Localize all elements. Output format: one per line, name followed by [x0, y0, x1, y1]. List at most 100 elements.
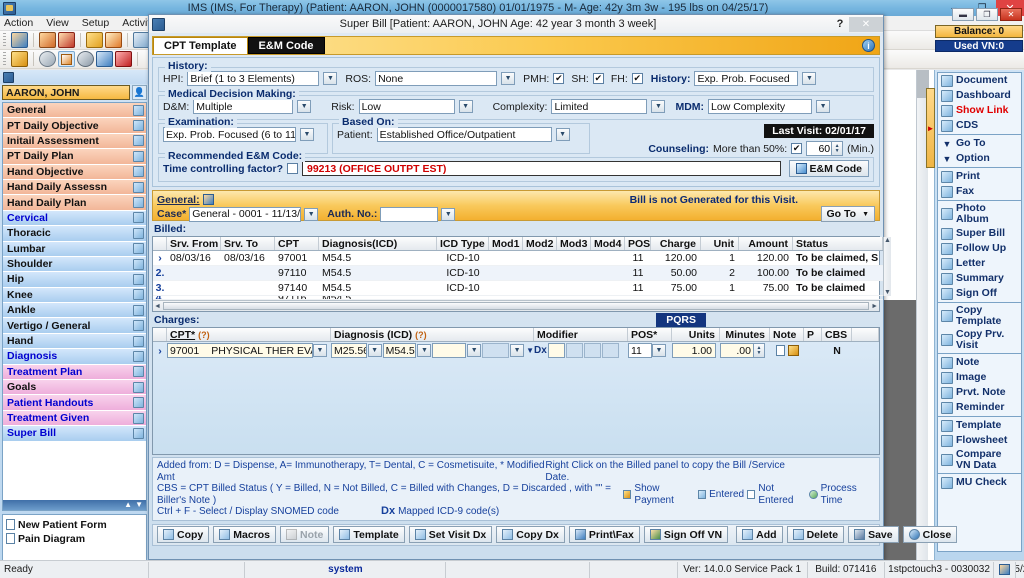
sidebar-item-template-icon[interactable] [133, 351, 144, 362]
print-fax-button[interactable]: Print\Fax [569, 526, 640, 543]
charges-mod4-input[interactable] [602, 343, 619, 358]
sidebar-item-cervical[interactable]: Cervical [3, 211, 146, 226]
history-select[interactable]: Exp. Prob. Focused [694, 71, 798, 86]
sidebar-item-patient-handouts[interactable]: Patient Handouts [3, 395, 146, 410]
menu-item-view[interactable]: View [46, 17, 69, 29]
charges-dx1-chevron-down-icon[interactable]: ▼ [368, 344, 382, 357]
form-item-new-patient-form[interactable]: New Patient Form [6, 518, 146, 532]
sidebar-item-super-bill[interactable]: Super Bill [3, 426, 146, 441]
complexity-chevron-down-icon[interactable]: ▼ [651, 100, 665, 113]
sidebar-item-hand-daily-assessn[interactable]: Hand Daily Assessn [3, 180, 146, 195]
sidebar-item-hand-objective[interactable]: Hand Objective [3, 165, 146, 180]
sidebar-item-template-icon[interactable] [133, 243, 144, 254]
patient-name-field[interactable]: AARON, JOHN [2, 85, 130, 100]
billed-row[interactable]: 3.97140M54.5ICD-101175.00175.00To be cla… [153, 281, 883, 296]
auth-chevron-down-icon[interactable]: ▼ [441, 208, 455, 221]
action-item-option[interactable]: ▼Option [938, 151, 1021, 166]
action-item-photo-album[interactable]: Photo Album [938, 202, 1021, 226]
dialog-help-button[interactable]: ? [831, 18, 849, 30]
sidebar-item-ankle[interactable]: Ankle [3, 303, 146, 318]
scroll-up-icon[interactable]: ▲ [124, 500, 132, 509]
risk-select[interactable]: Low [359, 99, 455, 114]
action-item-letter[interactable]: Letter [938, 256, 1021, 271]
action-item-image[interactable]: Image [938, 370, 1021, 385]
patient-edit-icon[interactable] [39, 32, 56, 48]
counseling-spinner-icon[interactable]: ▲▼ [832, 141, 843, 156]
action-item-document[interactable]: Document [938, 73, 1021, 88]
sidebar-item-template-icon[interactable] [133, 182, 144, 193]
sidebar-item-goals[interactable]: Goals [3, 380, 146, 395]
complexity-select[interactable]: Limited [551, 99, 647, 114]
patient-check-icon[interactable] [58, 32, 75, 48]
right-panel-collapse-handle[interactable]: ► [926, 88, 935, 168]
tab-cpt-template[interactable]: CPT Template [153, 37, 248, 54]
sidebar-item-template-icon[interactable] [133, 120, 144, 131]
sidebar-item-initail-assessment[interactable]: Initail Assessment [3, 134, 146, 149]
sidebar-item-template-icon[interactable] [133, 336, 144, 347]
template-button[interactable]: Template [333, 526, 404, 543]
sidebar-item-template-icon[interactable] [133, 212, 144, 223]
open-folder-icon[interactable] [11, 51, 28, 67]
action-item-super-bill[interactable]: Super Bill [938, 226, 1021, 241]
close-button[interactable]: Close [903, 526, 958, 543]
sidebar-item-template-icon[interactable] [133, 259, 144, 270]
sidebar-item-template-icon[interactable] [133, 197, 144, 208]
sidebar-item-vertigo-general[interactable]: Vertigo / General [3, 318, 146, 333]
charges-units-input[interactable]: 1.00 [672, 343, 716, 358]
scroll-down-icon[interactable]: ▼ [135, 500, 143, 509]
inner-minimize-button[interactable]: ▬ [952, 8, 974, 21]
action-item-prvt-note[interactable]: Prvt. Note [938, 385, 1021, 400]
action-item-reminder[interactable]: Reminder [938, 400, 1021, 415]
pmh-checkbox[interactable]: ✔ [553, 73, 564, 84]
charges-cpt-input[interactable]: 97001 PHYSICAL THER EVAL [167, 343, 313, 358]
billed-row[interactable]: ›08/03/1608/03/1697001M54.5ICD-1011120.0… [153, 251, 883, 266]
charges-dx3-chevron-down-icon[interactable]: ▼ [467, 344, 481, 357]
charges-minutes-spinner-icon[interactable]: ▲▼ [754, 343, 765, 358]
patient-chevron-down-icon[interactable]: ▼ [556, 128, 570, 141]
action-item-template[interactable]: Template [938, 418, 1021, 433]
sidebar-item-template-icon[interactable] [133, 320, 144, 331]
action-item-note[interactable]: Note [938, 355, 1021, 370]
action-item-print[interactable]: Print [938, 169, 1021, 184]
save-button[interactable]: Save [848, 526, 899, 543]
fh-checkbox[interactable]: ✔ [632, 73, 643, 84]
examination-chevron-down-icon[interactable]: ▼ [300, 128, 314, 141]
charges-row-indicator[interactable]: › [153, 345, 167, 357]
copy-button[interactable]: Copy [157, 526, 209, 543]
sidebar-item-template-icon[interactable] [133, 166, 144, 177]
dx-link-label[interactable]: Dx [534, 345, 547, 356]
billed-horizontal-scrollbar[interactable]: ◄ ► [153, 300, 879, 311]
action-item-go-to[interactable]: ▼Go To [938, 136, 1021, 151]
billed-vertical-scrollbar[interactable]: ▲▼ [883, 237, 891, 296]
case-chevron-down-icon[interactable]: ▼ [304, 208, 318, 221]
sidebar-item-template-icon[interactable] [133, 289, 144, 300]
sidebar-item-hand-daily-plan[interactable]: Hand Daily Plan [3, 195, 146, 210]
sidebar-item-diagnosis[interactable]: Diagnosis [3, 349, 146, 364]
menu-item-setup[interactable]: Setup [82, 17, 109, 29]
sidebar-item-lumbar[interactable]: Lumbar [3, 242, 146, 257]
folder-gold-icon[interactable] [86, 32, 103, 48]
action-item-copy-template[interactable]: Copy Template [938, 304, 1021, 328]
sidebar-item-pt-daily-plan[interactable]: PT Daily Plan [3, 149, 146, 164]
action-item-show-link[interactable]: Show Link [938, 103, 1021, 118]
info-icon[interactable]: i [862, 39, 875, 52]
charges-pos-input[interactable]: 11 [628, 343, 652, 358]
charges-payment-icon[interactable] [788, 345, 799, 356]
action-item-summary[interactable]: Summary [938, 271, 1021, 286]
menu-item-action[interactable]: Action [4, 17, 33, 29]
case-select[interactable]: General - 0001 - 11/13/15 [189, 207, 301, 222]
note-edit-icon[interactable] [105, 32, 122, 48]
charges-minutes-input[interactable]: .00 [720, 343, 754, 358]
action-item-dashboard[interactable]: Dashboard [938, 88, 1021, 103]
patient-select[interactable]: Established Office/Outpatient [377, 127, 552, 142]
sidebar-item-template-icon[interactable] [133, 428, 144, 439]
macros-button[interactable]: Macros [213, 526, 276, 543]
edit-note-icon[interactable] [58, 51, 75, 67]
examination-select[interactable]: Exp. Prob. Focused (6 to 11 Ele [163, 127, 296, 142]
inner-restore-button[interactable]: ❐ [976, 8, 998, 21]
charges-mod3-input[interactable] [584, 343, 601, 358]
sidebar-item-hand[interactable]: Hand [3, 334, 146, 349]
dm-chevron-down-icon[interactable]: ▼ [297, 100, 311, 113]
action-item-copy-prv-visit[interactable]: Copy Prv. Visit [938, 328, 1021, 352]
sidebar-item-template-icon[interactable] [133, 397, 144, 408]
